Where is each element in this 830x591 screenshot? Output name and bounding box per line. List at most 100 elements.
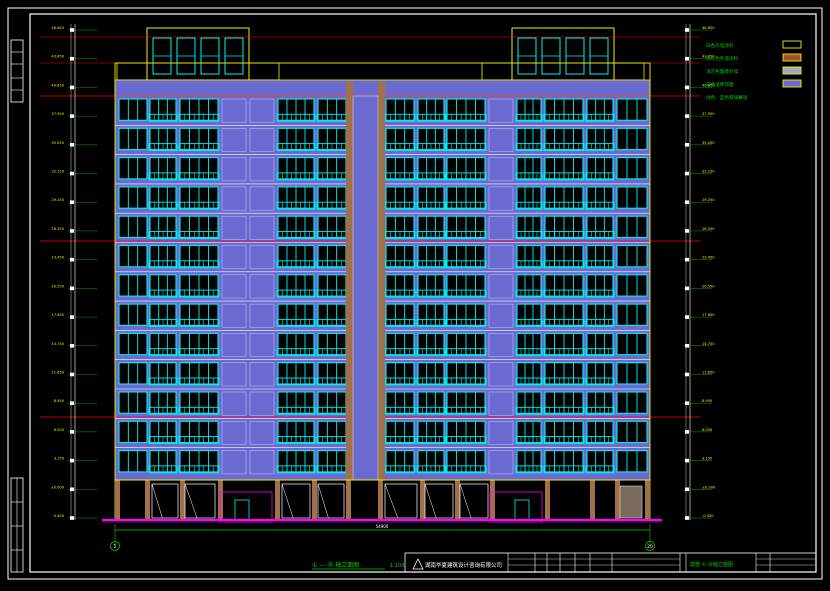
wall-panel <box>221 450 247 475</box>
elevation-value: 37.950 <box>51 112 64 116</box>
elevation-value: 32.150 <box>51 170 64 174</box>
wall-panel <box>488 391 514 416</box>
legend-label: 绿色、蓝色玻璃幕墙 <box>706 94 748 101</box>
elevation-value: 26.350 <box>51 227 64 231</box>
elevation-marker <box>685 430 689 434</box>
elevation-value: 48.650 <box>702 26 715 30</box>
wall-panel <box>221 333 247 357</box>
axis-label-right: 20 <box>647 544 653 550</box>
wall-panel <box>249 303 275 328</box>
window-frame <box>616 98 648 121</box>
legend-swatch <box>782 40 802 49</box>
wall-panel <box>249 274 275 299</box>
elevation-value: 14.750 <box>702 342 715 346</box>
wall-panel <box>221 274 247 299</box>
window-frame <box>118 215 148 239</box>
window-frame <box>118 303 148 326</box>
company-name: 湖南华夏建筑设计咨询有限公司 <box>425 561 502 569</box>
window-frame <box>616 362 648 385</box>
elevation-marker <box>70 458 74 463</box>
elevation-value: ±0.000 <box>702 485 716 489</box>
wall-panel <box>249 186 275 211</box>
elevation-marker <box>70 114 74 118</box>
wall-panel <box>221 128 247 152</box>
wall-panel <box>249 128 275 152</box>
company-logo-icon <box>412 558 424 570</box>
binding-strip-top <box>10 39 24 103</box>
brown-pilaster <box>346 82 353 520</box>
ground-pier <box>346 480 351 520</box>
wall-panel <box>249 98 275 123</box>
legend-swatch <box>782 79 802 88</box>
elevation-marker <box>70 171 74 176</box>
legend-label: 白色外墙涂料 <box>706 42 734 49</box>
ground-pier <box>218 480 223 520</box>
wall-panel <box>488 186 514 211</box>
legend-label: 白色墙砖饰面 <box>706 81 734 88</box>
drawing-scale-text: 1:100 <box>390 563 404 569</box>
elevation-value: 20.550 <box>51 284 64 288</box>
wall-panel <box>249 391 275 416</box>
wall-panel <box>488 215 514 240</box>
elevation-marker <box>685 487 689 492</box>
elevation-marker <box>685 28 689 32</box>
ground-pier <box>275 480 280 520</box>
ground-pier <box>180 480 185 520</box>
wall-panel <box>249 215 275 240</box>
legend-swatch <box>782 66 802 75</box>
elevation-value: 3.150 <box>702 457 713 461</box>
window-frame <box>616 274 648 297</box>
drawing-title: ① — ⑳ 轴立面图 1:100 <box>312 561 404 570</box>
wall-panel <box>488 333 514 357</box>
wall-panel <box>221 421 247 445</box>
elevation-marker <box>70 257 74 262</box>
wall-panel <box>221 157 247 182</box>
window-frame <box>118 244 148 268</box>
elevation-value: ±0.000 <box>51 485 65 489</box>
window-frame <box>616 186 648 209</box>
wall-panel <box>249 362 275 387</box>
elevation-value: 23.450 <box>702 256 715 260</box>
stone-cladding <box>619 485 643 519</box>
wall-panel <box>221 303 247 328</box>
dimension-text: 54900 <box>376 524 389 529</box>
elevation-value: 48.650 <box>51 26 64 30</box>
elevation-value: 20.550 <box>702 284 715 288</box>
elevation-value: 43.850 <box>51 55 64 59</box>
wall-panel <box>488 157 514 182</box>
elevation-value: 3.150 <box>54 457 65 461</box>
wall-panel <box>488 274 514 299</box>
ground-pier <box>545 480 550 520</box>
central-panel <box>352 95 379 481</box>
wall-panel <box>488 98 514 123</box>
window-frame <box>616 391 648 414</box>
legend-label: 深灰色外墙涂料 <box>706 55 739 62</box>
ground-pier <box>645 480 650 520</box>
elevation-marker <box>70 343 74 348</box>
elevation-marker <box>70 315 74 319</box>
elevation-marker <box>70 516 74 520</box>
wall-panel <box>221 391 247 416</box>
elevation-value: 8.950 <box>54 399 65 403</box>
window-frame <box>118 127 148 151</box>
window-frame <box>118 98 148 121</box>
wall-panel <box>221 362 247 387</box>
elevation-value: 37.950 <box>702 112 715 116</box>
legend-label: 浅灰色面砖外墙 <box>706 68 739 75</box>
wall-panel <box>221 186 247 211</box>
wall-panel <box>249 450 275 475</box>
elevation-marker <box>685 56 689 61</box>
drawing-title-text: ① — ⑳ 轴立面图 <box>312 561 359 569</box>
window-frame <box>616 127 648 151</box>
ground-pier <box>455 480 460 520</box>
elevation-value: 35.050 <box>51 141 64 145</box>
ground-pier <box>145 480 150 520</box>
wall-panel <box>488 421 514 445</box>
elevation-marker <box>685 286 689 291</box>
elevation-marker <box>70 286 74 291</box>
window-frame <box>616 215 648 239</box>
window-frame <box>118 420 148 444</box>
elevation-value: 14.750 <box>51 342 64 346</box>
elevation-value: -0.450 <box>52 514 64 518</box>
elevation-marker <box>685 401 689 405</box>
